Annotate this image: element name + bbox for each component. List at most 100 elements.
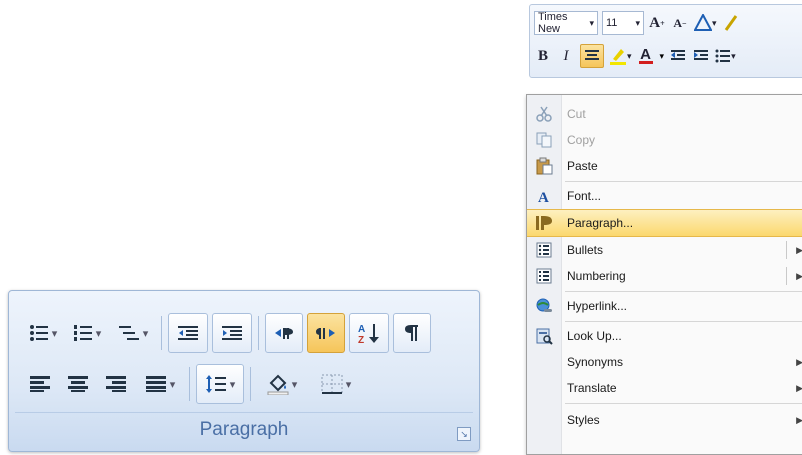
- menu-item-label: Numbering: [567, 269, 626, 283]
- submenu-arrow-icon: ▶: [796, 356, 802, 367]
- menu-item-lookup[interactable]: Look Up...: [527, 323, 802, 349]
- submenu-arrow-icon: ▶: [796, 244, 802, 255]
- menu-item-label: Styles: [567, 413, 600, 427]
- line-spacing-icon: [205, 375, 226, 393]
- font-name-box[interactable]: Times New ▾: [534, 11, 598, 35]
- paragraph-icon: [527, 214, 561, 232]
- separator: [250, 367, 251, 401]
- center-button[interactable]: [580, 44, 604, 68]
- font-color-swatch: [638, 60, 653, 64]
- line-spacing-button[interactable]: ▾: [196, 364, 244, 404]
- center-button[interactable]: [61, 365, 95, 403]
- increase-indent-icon: [694, 50, 709, 60]
- styles-button[interactable]: ▾: [694, 12, 717, 34]
- increase-indent-icon: [222, 326, 242, 340]
- chevron-down-icon: ▾: [229, 378, 236, 391]
- shading-button[interactable]: ▾: [257, 365, 307, 403]
- menu-item-paragraph[interactable]: Paragraph...: [527, 209, 802, 237]
- align-left-button[interactable]: [23, 365, 57, 403]
- show-marks-button[interactable]: [393, 313, 431, 353]
- decrease-indent-button[interactable]: [168, 313, 208, 353]
- font-name-value: Times New: [538, 11, 568, 35]
- align-right-button[interactable]: [99, 365, 133, 403]
- paste-icon: [527, 157, 561, 175]
- bullets-button[interactable]: ▾: [715, 45, 736, 67]
- menu-item-paste[interactable]: Paste: [527, 153, 802, 179]
- menu-item-label: Copy: [567, 133, 596, 147]
- chevron-down-icon: ▾: [712, 17, 717, 28]
- menu-item-label: Font...: [567, 189, 602, 203]
- justify-button[interactable]: ▾: [137, 365, 183, 403]
- rtl-direction-button[interactable]: [307, 313, 345, 353]
- multilevel-list-button[interactable]: ▾: [111, 314, 155, 352]
- menu-item-synonyms[interactable]: Synonyms ▶: [527, 349, 802, 375]
- highlighter-icon: [610, 49, 626, 65]
- separator: [161, 316, 162, 350]
- menu-item-label: Paragraph...: [567, 216, 634, 230]
- font-size-box[interactable]: 11 ▾: [602, 11, 644, 35]
- rtl-text-direction-icon: [316, 328, 335, 339]
- numbering-button[interactable]: ▾: [67, 314, 107, 352]
- paint-bucket-icon: [267, 374, 289, 395]
- menu-item-copy[interactable]: Copy: [527, 127, 802, 153]
- svg-text:A: A: [358, 324, 365, 335]
- mini-toolbar: Times New ▾ 11 ▾ A + A − ▾ B I ▾ A ▾ ▾: [529, 4, 802, 78]
- chevron-down-icon: ▾: [291, 378, 298, 391]
- ltr-direction-button[interactable]: [265, 313, 303, 353]
- numbering-icon: [527, 268, 561, 284]
- chevron-down-icon: ▾: [627, 50, 632, 61]
- decrease-indent-button[interactable]: [669, 45, 687, 67]
- menu-item-cut[interactable]: Cut: [527, 101, 802, 127]
- align-left-icon: [30, 376, 50, 392]
- separator: [258, 316, 259, 350]
- grow-font-icon: A: [649, 14, 661, 31]
- styles-icon: [694, 14, 712, 31]
- menu-item-label: Hyperlink...: [567, 299, 628, 313]
- submenu-arrow-icon: ▶: [796, 270, 802, 281]
- paragraph-row-1: ▾ ▾ ▾ AZ: [23, 313, 435, 353]
- format-painter-icon: [724, 15, 737, 31]
- justify-icon: [145, 376, 166, 392]
- font-color-button[interactable]: A: [637, 45, 655, 67]
- menu-separator: [565, 321, 802, 322]
- menu-item-numbering[interactable]: Numbering ▶: [527, 263, 802, 289]
- mini-toolbar-row-1: Times New ▾ 11 ▾ A + A − ▾: [534, 10, 745, 36]
- chevron-down-icon: ▾: [169, 378, 176, 391]
- italic-button[interactable]: I: [557, 45, 575, 67]
- svg-text:Z: Z: [358, 335, 364, 345]
- highlight-button[interactable]: ▾: [609, 45, 632, 67]
- shrink-font-button[interactable]: A −: [671, 12, 689, 34]
- menu-item-bullets[interactable]: Bullets ▶: [527, 237, 802, 263]
- menu-separator: [565, 181, 802, 182]
- decrease-indent-icon: [671, 50, 686, 60]
- menu-separator: [565, 403, 802, 404]
- align-right-icon: [106, 376, 126, 392]
- menu-item-label: Translate: [567, 381, 617, 395]
- dialog-launcher-icon[interactable]: ↘: [457, 427, 471, 441]
- submenu-arrow-icon: ▶: [796, 414, 802, 425]
- menu-item-styles[interactable]: Styles ▶: [527, 407, 802, 433]
- menu-item-font[interactable]: A Font...: [527, 183, 802, 209]
- font-color-icon: A: [640, 45, 651, 63]
- borders-button[interactable]: ▾: [311, 365, 361, 403]
- bullets-button[interactable]: ▾: [23, 314, 63, 352]
- align-center-icon: [585, 50, 599, 60]
- multilevel-list-icon: [118, 326, 139, 340]
- chevron-down-icon: ▾: [345, 378, 352, 391]
- increase-indent-button[interactable]: [212, 313, 252, 353]
- svg-text:A: A: [538, 190, 549, 204]
- sort-button[interactable]: AZ: [349, 313, 389, 353]
- format-painter-button[interactable]: [722, 12, 740, 34]
- submenu-divider: [786, 241, 787, 259]
- menu-item-hyperlink[interactable]: Hyperlink...: [527, 293, 802, 319]
- grow-font-button[interactable]: A +: [648, 12, 666, 34]
- shrink-font-icon: A: [673, 15, 683, 30]
- menu-item-translate[interactable]: Translate ▶: [527, 375, 802, 401]
- increase-indent-button[interactable]: [692, 45, 710, 67]
- paragraph-row-2: ▾ ▾ ▾ ▾: [23, 364, 365, 404]
- submenu-divider: [786, 267, 787, 285]
- bold-button[interactable]: B: [534, 45, 552, 67]
- chevron-down-icon: ▾: [731, 50, 736, 61]
- separator: [189, 367, 190, 401]
- group-label: Paragraph: [199, 419, 289, 440]
